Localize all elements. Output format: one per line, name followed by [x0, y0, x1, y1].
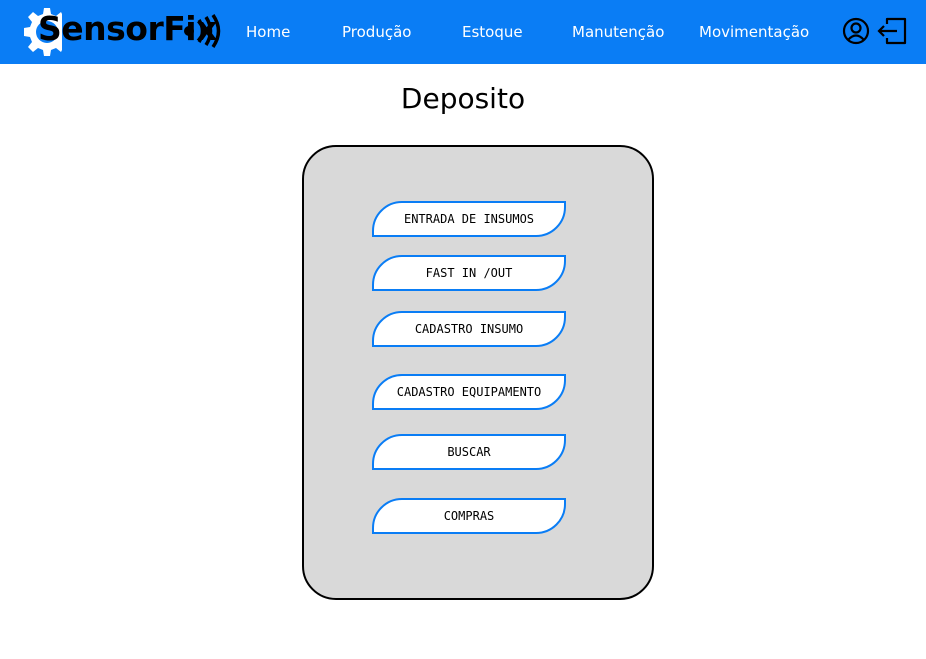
cadastro-insumo-button[interactable]: CADASTRO INSUMO	[372, 311, 566, 347]
fast-in-out-button[interactable]: FAST IN /OUT	[372, 255, 566, 291]
page-title: Deposito	[400, 82, 526, 115]
nav-home[interactable]: Home	[246, 23, 290, 41]
top-navigation-bar: SensorFix Home Produção Estoque Manutenç…	[0, 0, 926, 64]
entrada-de-insumos-button[interactable]: ENTRADA DE INSUMOS	[372, 201, 566, 237]
compras-button[interactable]: COMPRAS	[372, 498, 566, 534]
signal-waves-icon	[184, 14, 221, 48]
logout-icon[interactable]	[877, 16, 909, 46]
nav-movimentacao[interactable]: Movimentação	[699, 23, 809, 41]
nav-producao[interactable]: Produção	[342, 23, 411, 41]
sensorfix-logo[interactable]: SensorFix	[16, 2, 231, 60]
cadastro-equipamento-button[interactable]: CADASTRO EQUIPAMENTO	[372, 374, 566, 410]
user-icon[interactable]	[842, 16, 870, 46]
buscar-button[interactable]: BUSCAR	[372, 434, 566, 470]
nav-manutencao[interactable]: Manutenção	[572, 23, 664, 41]
nav-estoque[interactable]: Estoque	[462, 23, 523, 41]
